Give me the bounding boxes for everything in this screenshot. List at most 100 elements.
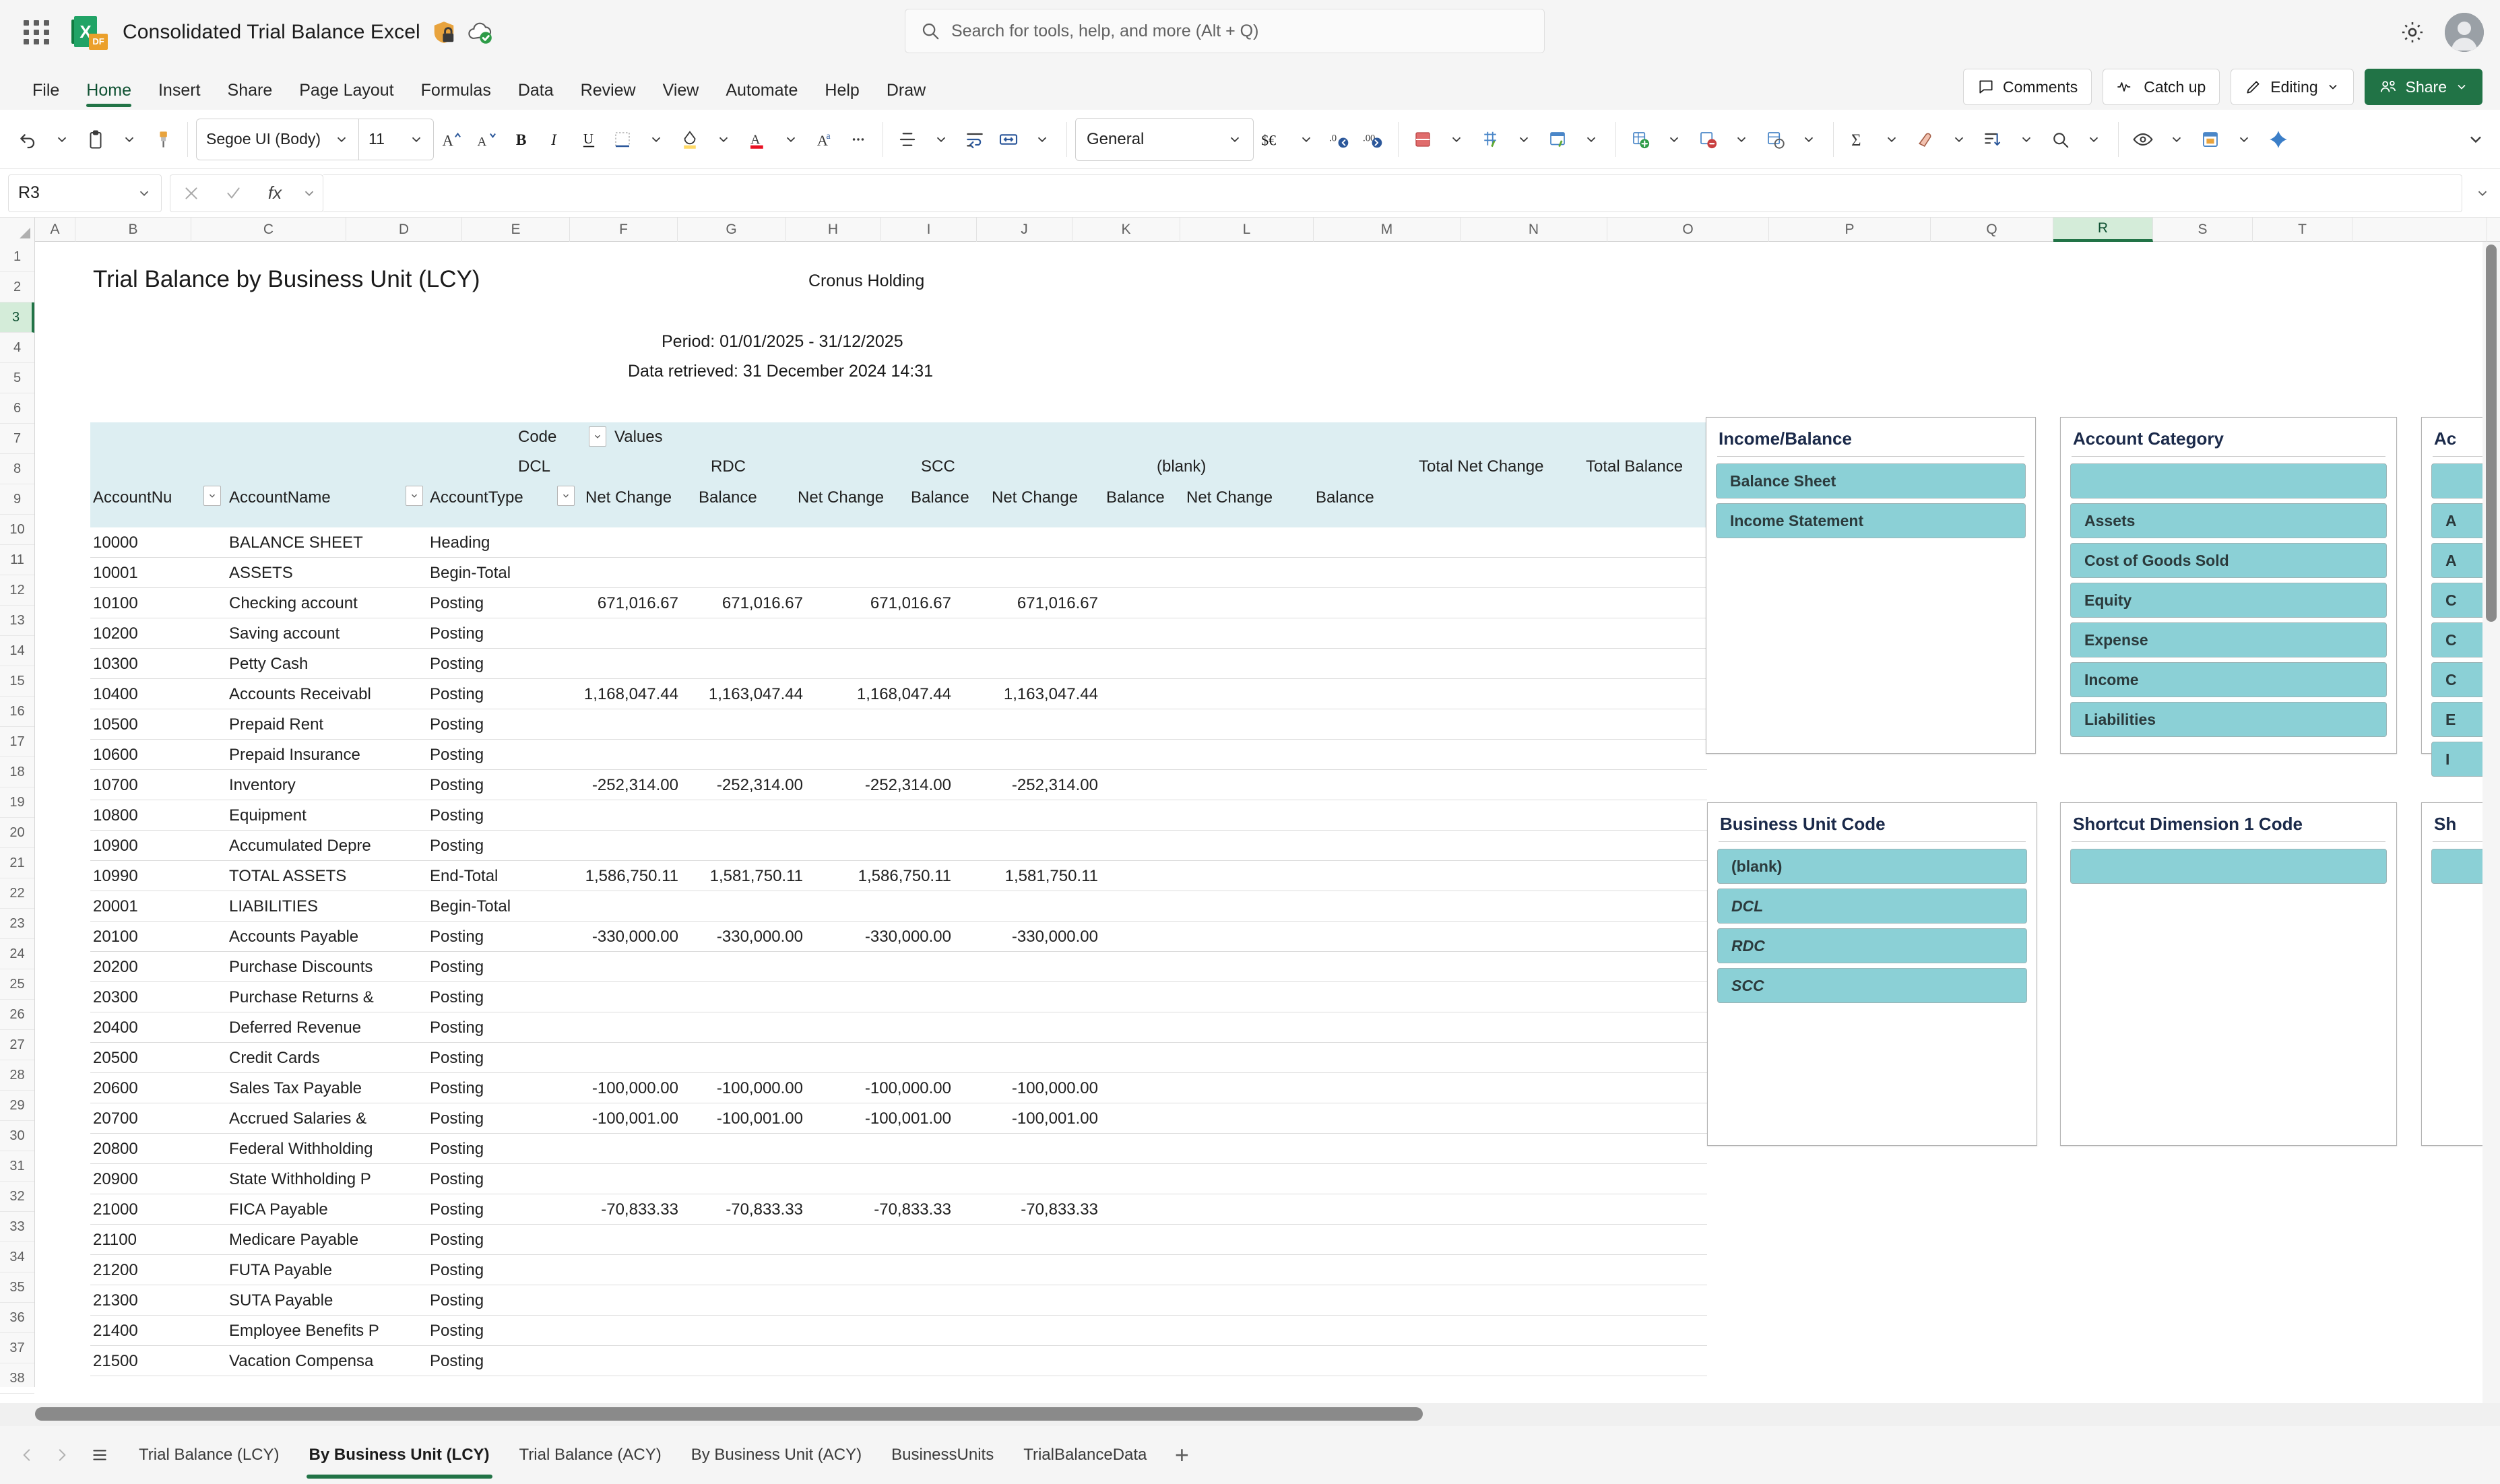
pivot-cell-accountname[interactable]: SUTA Payable: [229, 1291, 424, 1310]
column-header-r[interactable]: R: [2053, 218, 2153, 242]
pivot-cell-accountname[interactable]: BALANCE SHEET: [229, 534, 424, 552]
column-header-g[interactable]: G: [678, 218, 786, 242]
cell-styles-icon[interactable]: [1541, 118, 1574, 161]
row-header-19[interactable]: 19: [0, 787, 34, 818]
pivot-cell-accountnumber[interactable]: 10600: [93, 746, 138, 765]
pivot-cell-accountname[interactable]: Vacation Compensa: [229, 1352, 424, 1371]
ribbon-tab-page-layout[interactable]: Page Layout: [286, 81, 407, 110]
row-header-17[interactable]: 17: [0, 727, 34, 757]
cancel-icon[interactable]: [170, 174, 212, 212]
ribbon-tab-draw[interactable]: Draw: [873, 81, 939, 110]
row-header-25[interactable]: 25: [0, 969, 34, 1000]
cell-styles-chevron-down-icon[interactable]: [1575, 118, 1607, 161]
row-header-31[interactable]: 31: [0, 1151, 34, 1182]
vertical-scrollbar-thumb[interactable]: [2486, 245, 2497, 622]
overflow-ellipsis-icon[interactable]: [842, 118, 874, 161]
pivot-cell-accountnumber[interactable]: 20700: [93, 1109, 138, 1128]
pivot-cell-accountnumber[interactable]: 21000: [93, 1200, 138, 1219]
autosum-chevron-down-icon[interactable]: [1876, 118, 1908, 161]
pivot-cell-accountnumber[interactable]: 10001: [93, 564, 138, 583]
pivot-cell-accountname[interactable]: Employee Benefits P: [229, 1322, 424, 1341]
clear-chevron-down-icon[interactable]: [1943, 118, 1975, 161]
font-color-chevron-down-icon[interactable]: [775, 118, 807, 161]
pivot-cell-accountnumber[interactable]: 10000: [93, 534, 138, 552]
slicer-item-income-statement[interactable]: Income Statement: [1716, 503, 2026, 538]
row-header-24[interactable]: 24: [0, 939, 34, 969]
pivot-cell-accounttype[interactable]: Posting: [430, 988, 484, 1007]
merge-chevron-down-icon[interactable]: [1026, 118, 1058, 161]
row-header-15[interactable]: 15: [0, 666, 34, 697]
pivot-cell-accountnumber[interactable]: 10400: [93, 685, 138, 704]
pivot-cell-accountnumber[interactable]: 10900: [93, 837, 138, 856]
slicer-item-blank[interactable]: [2070, 849, 2387, 884]
alignment-chevron-down-icon[interactable]: [925, 118, 957, 161]
pivot-cell-accountname[interactable]: FUTA Payable: [229, 1261, 424, 1280]
pivot-cell-accounttype[interactable]: Posting: [430, 837, 484, 856]
pivot-cell-accounttype[interactable]: Posting: [430, 746, 484, 765]
pivot-accountnumber-filter-button[interactable]: [203, 486, 221, 506]
pivot-cell-accountname[interactable]: Medicare Payable: [229, 1231, 424, 1250]
horizontal-scrollbar-thumb[interactable]: [35, 1407, 1423, 1421]
pivot-cell-accountname[interactable]: Prepaid Insurance: [229, 746, 424, 765]
sensitivity-chevron-down-icon[interactable]: [2160, 118, 2193, 161]
fill-color-icon[interactable]: [674, 118, 706, 161]
row-header-30[interactable]: 30: [0, 1121, 34, 1151]
column-header-o[interactable]: O: [1607, 218, 1769, 242]
sheet-tab-by-business-unit-lcy[interactable]: By Business Unit (LCY): [294, 1426, 505, 1484]
format-cells-icon[interactable]: [1759, 118, 1791, 161]
pivot-cell-accountnumber[interactable]: 10300: [93, 655, 138, 674]
row-header-4[interactable]: 4: [0, 333, 34, 363]
pivot-cell-accountname[interactable]: Prepaid Rent: [229, 715, 424, 734]
pivot-cell-accountnumber[interactable]: 20001: [93, 897, 138, 916]
delete-cells-icon[interactable]: [1692, 118, 1724, 161]
row-header-12[interactable]: 12: [0, 575, 34, 606]
column-header-f[interactable]: F: [570, 218, 678, 242]
row-header-22[interactable]: 22: [0, 878, 34, 909]
pivot-cell-accountnumber[interactable]: 21100: [93, 1231, 137, 1250]
decrease-font-size-icon[interactable]: A: [470, 118, 504, 161]
all-sheets-icon[interactable]: [79, 1438, 120, 1473]
pivot-cell-accounttype[interactable]: Begin-Total: [430, 897, 511, 916]
fill-color-chevron-down-icon[interactable]: [707, 118, 740, 161]
slicer-item-equity[interactable]: Equity: [2070, 583, 2387, 618]
name-box[interactable]: R3: [8, 174, 162, 212]
undo-dropdown-chevron-down-icon[interactable]: [46, 118, 78, 161]
enter-icon[interactable]: [212, 174, 254, 212]
pivot-cell-accountname[interactable]: Deferred Revenue: [229, 1019, 424, 1037]
pivot-cell-accounttype[interactable]: Posting: [430, 1231, 484, 1250]
row-header-20[interactable]: 20: [0, 818, 34, 848]
vertical-scrollbar[interactable]: [2482, 242, 2500, 1403]
row-header-13[interactable]: 13: [0, 606, 34, 636]
increase-decimal-icon[interactable]: .00: [1357, 118, 1390, 161]
pivot-cell-accountnumber[interactable]: 20500: [93, 1049, 138, 1068]
row-header-11[interactable]: 11: [0, 545, 34, 575]
font-color-icon[interactable]: A: [741, 118, 773, 161]
sheet-tab-businessunits[interactable]: BusinessUnits: [876, 1426, 1008, 1484]
ribbon-tab-insert[interactable]: Insert: [145, 81, 214, 110]
pivot-cell-accounttype[interactable]: Posting: [430, 806, 484, 825]
collapse-ribbon-icon[interactable]: [2466, 130, 2485, 152]
pivot-cell-accountname[interactable]: State Withholding P: [229, 1170, 424, 1189]
pivot-cell-accountname[interactable]: Federal Withholding: [229, 1140, 424, 1159]
slicer-item-balance-sheet[interactable]: Balance Sheet: [1716, 463, 2026, 498]
italic-icon[interactable]: I: [539, 118, 571, 161]
slicer-item-liabilities[interactable]: Liabilities: [2070, 702, 2387, 737]
pivot-cell-accountname[interactable]: Inventory: [229, 776, 424, 795]
font-name-select[interactable]: Segoe UI (Body): [197, 130, 358, 148]
find-select-chevron-down-icon[interactable]: [2078, 118, 2110, 161]
pivot-cell-accounttype[interactable]: Posting: [430, 1291, 484, 1310]
pivot-cell-total-balance[interactable]: -330,000.00: [896, 928, 1098, 946]
pivot-cell-accounttype[interactable]: Posting: [430, 958, 484, 977]
pivot-cell-total-balance[interactable]: -100,001.00: [896, 1109, 1098, 1128]
pivot-cell-accountnumber[interactable]: 20300: [93, 988, 138, 1007]
pivot-cell-accounttype[interactable]: Begin-Total: [430, 564, 511, 583]
pivot-cell-accountname[interactable]: Purchase Returns &: [229, 988, 424, 1007]
sort-filter-icon[interactable]: [1977, 118, 2009, 161]
slicer-income-balance[interactable]: Income/Balance Balance Sheet Income Stat…: [1706, 417, 2036, 754]
row-header-6[interactable]: 6: [0, 393, 34, 424]
pivot-cell-accountname[interactable]: Accumulated Depre: [229, 837, 424, 856]
row-header-28[interactable]: 28: [0, 1060, 34, 1091]
slicer-item-blank[interactable]: (blank): [1717, 849, 2027, 884]
clear-icon[interactable]: [1909, 118, 1942, 161]
ribbon-tab-review[interactable]: Review: [567, 81, 649, 110]
